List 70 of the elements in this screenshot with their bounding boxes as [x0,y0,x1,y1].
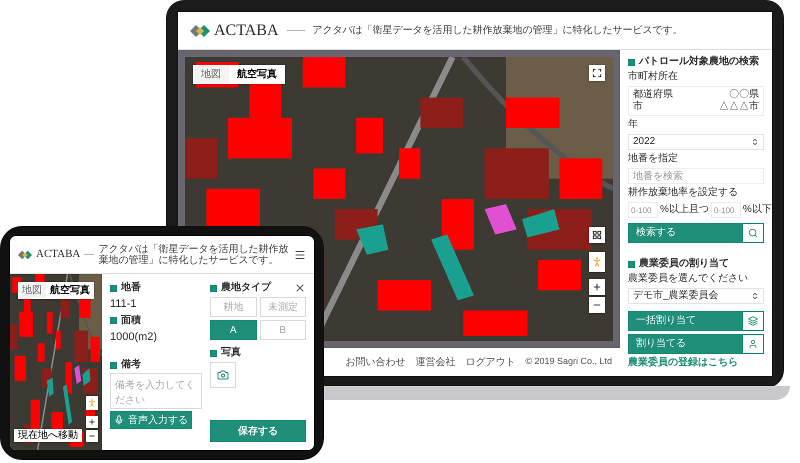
field-label: 地番 [121,282,141,294]
logo-text: ACTABA [214,20,278,40]
plot-number-value: 111-1 [110,297,138,312]
zoom-in-icon[interactable] [589,279,605,295]
map-type-tab[interactable]: 航空写真 [46,282,94,299]
field-label: 市町村所在 [628,71,679,83]
rate-max-field[interactable]: 0-100 [710,202,741,218]
tagline-text: アクタバは「衛星データを活用した耕作放棄地の管理」に特化したサービスです。 [98,244,290,266]
grid-icon[interactable] [589,227,605,243]
microphone-icon [114,415,124,425]
area-value: 1000(m2) [110,330,158,344]
copyright-text: © 2019 Sagri Co., Ltd [525,355,612,368]
menu-icon[interactable] [294,248,306,260]
note-field[interactable]: 備考を入力してください [110,373,202,409]
square-marker-icon [210,350,217,356]
chevron-icon [751,138,759,146]
field-label: 農業委員を選んでください [628,273,749,285]
location-value: △△△市 [719,101,759,113]
logo-text: ACTABA [36,247,80,262]
footer-link[interactable]: お問い合わせ [345,354,406,370]
square-marker-icon [628,260,635,268]
location-value: 〇〇県 [729,89,759,100]
zoom-out-icon[interactable] [86,430,98,442]
save-button[interactable]: 保存する [210,420,306,442]
committee-select[interactable]: デモ市_農業委員会 [628,288,764,304]
panel-title: パトロール対象農地の検索 [639,56,759,68]
square-marker-icon [110,284,117,292]
layers-icon[interactable] [742,311,764,331]
search-button[interactable]: 検索する [628,223,742,243]
tagline-text: アクタバは「衛星データを活用した耕作放棄地の管理」に特化したサービスです。 [312,24,682,38]
field-label: 地番を指定 [628,153,679,165]
location-label: 都道府県 [633,89,673,100]
fullscreen-icon[interactable] [589,65,605,81]
square-marker-icon [628,58,635,66]
logo-diamond-icon [18,248,32,260]
square-marker-icon [110,317,117,324]
logo-diamond-icon [190,22,210,38]
map-type-tab[interactable]: 航空写真 [229,65,285,84]
map-type-tab[interactable]: 地図 [193,65,229,84]
rate-min-field[interactable]: 0-100 [628,202,658,218]
voice-input-button[interactable]: 音声入力する [110,411,192,429]
camera-icon[interactable] [210,362,236,388]
field-label: 備考 [121,359,141,371]
assign-button[interactable]: 割り当てる [628,334,742,354]
rate-max-suffix: %以下 [742,204,772,216]
bulk-assign-button[interactable]: 一括割り当て [628,311,742,331]
user-icon[interactable] [742,334,764,354]
lot-search-field[interactable]: 地番を検索 [628,168,764,184]
field-label: 年 [628,119,639,131]
search-icon[interactable] [742,223,764,243]
farm-type-option[interactable]: A [210,320,256,340]
chevron-icon [751,292,759,300]
field-label: 農地タイプ [221,282,271,294]
footer-link[interactable]: 運営会社 [415,354,456,370]
year-select[interactable]: 2022 [628,134,764,150]
zoom-out-icon[interactable] [589,297,605,313]
footer-link[interactable]: ログアウト [465,354,516,370]
location-label: 市 [633,101,643,113]
square-marker-icon [210,284,217,292]
map-type-tab[interactable]: 地図 [18,282,46,299]
rate-min-suffix: %以上且つ [660,204,709,216]
field-label: 耕作放棄地率を設定する [628,187,739,199]
panel-title: 農業委員の割り当て [639,258,729,270]
square-marker-icon [110,362,117,368]
field-label: 写真 [221,347,241,359]
field-label: 面積 [121,314,141,326]
locate-button[interactable]: 現在地へ移動 [14,429,82,442]
register-link[interactable]: 農業委員の登録はこちら [628,357,764,369]
close-icon[interactable] [294,282,306,294]
zoom-in-icon[interactable] [86,416,98,428]
